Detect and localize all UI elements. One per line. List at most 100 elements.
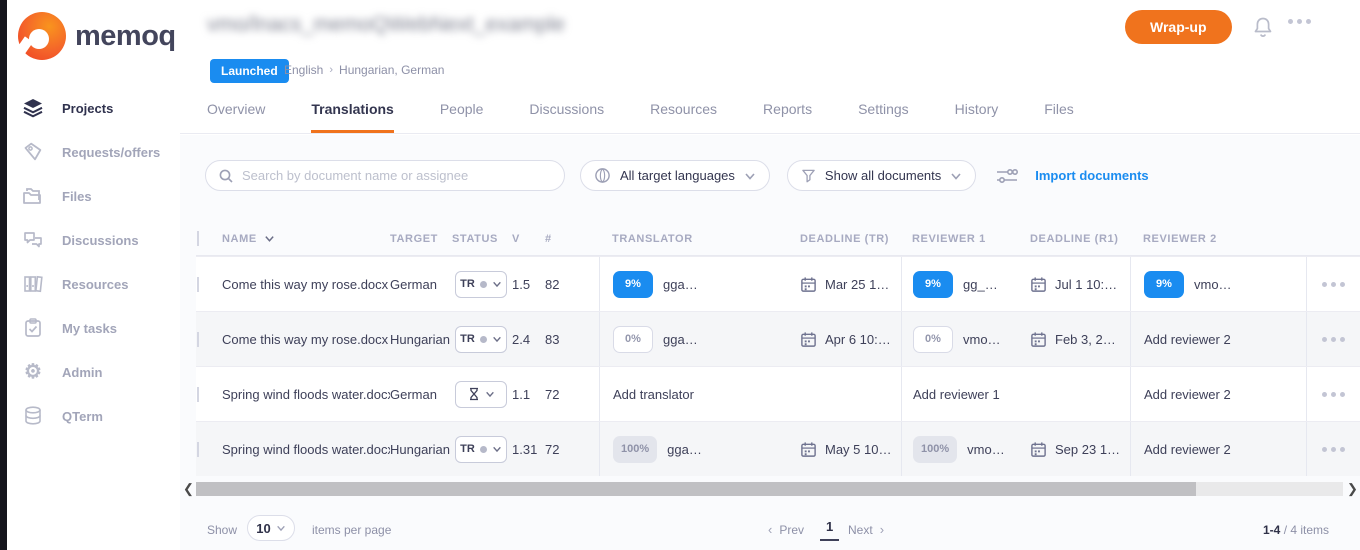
deadline-r1-cell[interactable]: Feb 3, 2… (1018, 312, 1130, 366)
sidebar-item-requests-offers[interactable]: Requests/offers (7, 130, 180, 174)
deadline-tr-cell[interactable]: May 5 10… (792, 422, 901, 476)
reviewer1-cell[interactable]: 100% vmo… (913, 436, 1005, 463)
calendar-icon (800, 331, 817, 348)
tab-people[interactable]: People (440, 101, 484, 133)
document-name[interactable]: Come this way my rose.docx (222, 277, 390, 292)
column-header-status[interactable]: STATUS (452, 233, 512, 245)
sidebar-label-requests: Requests/offers (62, 145, 160, 160)
sidebar-item-files[interactable]: Files (7, 174, 180, 218)
wrap-up-button[interactable]: Wrap-up (1125, 10, 1232, 44)
tab-settings[interactable]: Settings (858, 101, 909, 133)
sidebar-item-resources[interactable]: Resources (7, 262, 180, 306)
assignee-name: gga… (663, 332, 698, 347)
sidebar: memoq Projects Requests/offers (7, 0, 180, 550)
next-page-button[interactable]: Next › (848, 522, 884, 537)
column-header-deadline-tr[interactable]: DEADLINE (TR) (792, 233, 901, 245)
row-checkbox[interactable] (197, 332, 199, 347)
reviewer2-cell[interactable]: 9% vmo… (1144, 271, 1232, 298)
prev-page-button[interactable]: ‹ Prev (768, 522, 804, 537)
translator-cell[interactable]: 100% gga… (613, 436, 702, 463)
status-dropdown[interactable]: TR (455, 436, 507, 463)
advanced-filters-icon[interactable] (995, 166, 1019, 186)
sidebar-label-discussions: Discussions (62, 233, 139, 248)
assignee-name: vmo… (1194, 277, 1232, 292)
version: 1.1 (512, 387, 545, 402)
tab-discussions[interactable]: Discussions (529, 101, 604, 133)
column-header-translator[interactable]: TRANSLATOR (599, 233, 792, 245)
row-checkbox[interactable] (197, 277, 199, 292)
reviewer1-cell[interactable]: 0% vmo… (913, 326, 1001, 353)
add-reviewer2-link[interactable]: Add reviewer 2 (1144, 387, 1231, 402)
deadline-r1-cell[interactable]: Sep 23 1… (1018, 422, 1130, 476)
add-reviewer2-link[interactable]: Add reviewer 2 (1144, 442, 1231, 457)
tab-files[interactable]: Files (1044, 101, 1074, 133)
main-area: vmo/lnacs_memoQWebNext_example Wrap-up L… (180, 0, 1360, 550)
tag-icon (22, 141, 44, 163)
column-header-deadline-r1[interactable]: DEADLINE (R1) (1018, 233, 1130, 245)
sidebar-item-qterm[interactable]: QTerm (7, 394, 180, 438)
document-name[interactable]: Come this way my rose.docx (222, 332, 390, 347)
row-actions-button[interactable] (1322, 282, 1345, 287)
document-name[interactable]: Spring wind floods water.docx (222, 387, 390, 402)
progress-badge: 9% (1144, 271, 1184, 298)
row-actions-button[interactable] (1322, 337, 1345, 342)
sidebar-nav: Projects Requests/offers Files (7, 86, 180, 438)
document-name[interactable]: Spring wind floods water.docx (222, 442, 390, 457)
target-language: Hungarian (390, 332, 452, 347)
import-documents-link[interactable]: Import documents (1035, 168, 1148, 183)
row-actions-button[interactable] (1322, 447, 1345, 452)
scrollbar-thumb[interactable] (196, 482, 1196, 496)
select-all-checkbox[interactable] (197, 231, 199, 246)
tab-history[interactable]: History (955, 101, 999, 133)
sidebar-item-admin[interactable]: ⚙ Admin (7, 350, 180, 394)
books-icon (22, 273, 44, 295)
chevron-right-icon: › (329, 64, 333, 76)
document-search[interactable] (205, 160, 565, 191)
add-reviewer2-link[interactable]: Add reviewer 2 (1144, 332, 1231, 347)
row-checkbox[interactable] (197, 442, 199, 457)
chevron-down-icon (492, 334, 502, 344)
ellipsis-icon (1322, 282, 1327, 287)
column-header-segments[interactable]: # (545, 233, 599, 245)
scrollbar-track[interactable] (196, 482, 1343, 496)
column-header-name[interactable]: NAME (222, 233, 390, 245)
column-header-version[interactable]: V (512, 233, 545, 245)
chevron-down-icon (744, 170, 756, 182)
scroll-left-arrow[interactable]: ❮ (183, 481, 194, 496)
column-header-target[interactable]: TARGET (390, 233, 452, 245)
sidebar-item-my-tasks[interactable]: My tasks (7, 306, 180, 350)
page-size-dropdown[interactable]: 10 (247, 515, 295, 541)
translator-cell[interactable]: 0% gga… (613, 326, 698, 353)
notifications-button[interactable] (1251, 15, 1275, 46)
status-dropdown[interactable]: TR (455, 326, 507, 353)
assignee-name: vmo… (963, 332, 1001, 347)
deadline-tr-cell[interactable]: Apr 6 10:… (792, 312, 901, 366)
add-reviewer1-link[interactable]: Add reviewer 1 (913, 387, 1000, 402)
row-checkbox[interactable] (197, 387, 199, 402)
reviewer1-cell[interactable]: 9% gg_… (913, 271, 998, 298)
deadline-r1-cell[interactable]: Jul 1 10:… (1018, 257, 1130, 311)
tab-reports[interactable]: Reports (763, 101, 812, 133)
column-header-reviewer1[interactable]: REVIEWER 1 (901, 233, 1018, 245)
tab-translations[interactable]: Translations (311, 101, 393, 133)
current-page[interactable]: 1 (820, 519, 839, 541)
status-dropdown[interactable]: TR (455, 271, 507, 298)
column-header-reviewer2[interactable]: REVIEWER 2 (1130, 233, 1306, 245)
status-dropdown[interactable] (455, 381, 507, 408)
row-actions-button[interactable] (1322, 392, 1345, 397)
sidebar-label-my-tasks: My tasks (62, 321, 117, 336)
memoq-logo[interactable]: memoq (18, 12, 176, 60)
search-input[interactable] (242, 168, 552, 183)
add-translator-link[interactable]: Add translator (613, 387, 694, 402)
sidebar-item-projects[interactable]: Projects (7, 86, 180, 130)
translator-cell[interactable]: 9% gga… (613, 271, 698, 298)
sidebar-item-discussions[interactable]: Discussions (7, 218, 180, 262)
header-more-button[interactable] (1288, 19, 1311, 24)
deadline-tr-cell[interactable]: Mar 25 1… (792, 257, 901, 311)
document-filter[interactable]: Show all documents (787, 160, 976, 191)
scroll-right-arrow[interactable]: ❯ (1347, 481, 1358, 496)
tab-overview[interactable]: Overview (207, 101, 265, 133)
target-language-filter[interactable]: All target languages (580, 160, 770, 191)
tab-resources[interactable]: Resources (650, 101, 717, 133)
search-icon (218, 168, 234, 184)
